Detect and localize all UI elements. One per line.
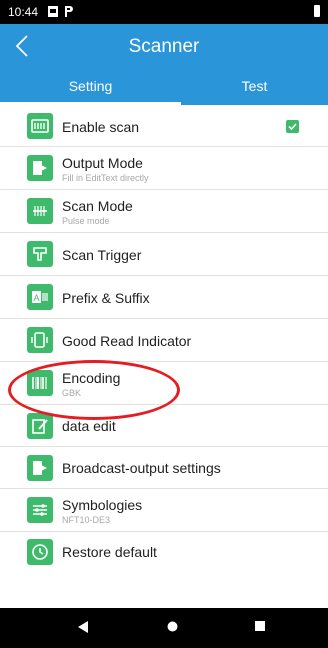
setting-scan-trigger[interactable]: Scan Trigger [0, 233, 328, 276]
setting-encoding[interactable]: Encoding GBK [0, 362, 328, 405]
settings-list: Enable scan Output Mode Fill in EditText… [0, 105, 328, 572]
enable-scan-checkbox[interactable] [286, 120, 299, 133]
app-bar: Scanner [0, 24, 328, 69]
setting-good-read-indicator[interactable]: Good Read Indicator [0, 319, 328, 362]
scan-icon [27, 113, 53, 139]
status-time: 10:44 [8, 5, 39, 19]
setting-symbologies[interactable]: Symbologies NFT10-DE3 [0, 489, 328, 532]
setting-label: Enable scan [62, 119, 140, 135]
setting-label: Output Mode [62, 155, 143, 171]
setting-label: data edit [62, 418, 116, 434]
barcode-icon [27, 370, 53, 396]
setting-scan-mode[interactable]: Scan Mode Pulse mode [0, 190, 328, 233]
broadcast-icon [27, 455, 53, 481]
battery-icon [314, 5, 320, 17]
prefix-suffix-icon: A [27, 284, 53, 310]
setting-label: Encoding [62, 370, 121, 386]
tab-bar: Setting Test [0, 69, 328, 105]
nav-home-icon[interactable] [167, 621, 178, 632]
indicator-icon [27, 327, 53, 353]
setting-label: Restore default [62, 544, 157, 560]
edit-icon [27, 413, 53, 439]
setting-restore-default[interactable]: Restore default [0, 532, 328, 572]
setting-subtitle: Fill in EditText directly [62, 173, 149, 183]
back-arrow-icon[interactable] [12, 33, 34, 59]
setting-label: Broadcast-output settings [62, 460, 221, 476]
parking-notification-icon [65, 6, 73, 17]
nav-recents-icon[interactable] [255, 621, 265, 631]
setting-label: Scan Mode [62, 198, 133, 214]
setting-enable-scan[interactable]: Enable scan [0, 105, 328, 147]
navigation-bar [0, 608, 328, 648]
setting-subtitle: NFT10-DE3 [62, 515, 111, 525]
nav-back-icon[interactable] [78, 621, 88, 633]
status-bar: 10:44 [0, 0, 328, 24]
setting-broadcast-output[interactable]: Broadcast-output settings [0, 447, 328, 489]
restore-icon [27, 539, 53, 565]
setting-data-edit[interactable]: data edit [0, 405, 328, 447]
trigger-icon [27, 241, 53, 267]
tab-test[interactable]: Test [181, 69, 328, 105]
setting-output-mode[interactable]: Output Mode Fill in EditText directly [0, 147, 328, 190]
scan-mode-icon [27, 198, 53, 224]
image-notification-icon [48, 6, 58, 17]
setting-subtitle: Pulse mode [62, 216, 110, 226]
sliders-icon [27, 497, 53, 523]
setting-label: Scan Trigger [62, 247, 142, 263]
setting-label: Symbologies [62, 497, 143, 513]
setting-label: Good Read Indicator [62, 333, 192, 349]
tab-setting[interactable]: Setting [0, 69, 181, 105]
page-title: Scanner [128, 36, 200, 57]
setting-prefix-suffix[interactable]: A Prefix & Suffix [0, 276, 328, 319]
output-icon [27, 155, 53, 181]
setting-subtitle: GBK [62, 388, 82, 398]
svg-text:A: A [33, 293, 39, 303]
setting-label: Prefix & Suffix [62, 290, 150, 306]
